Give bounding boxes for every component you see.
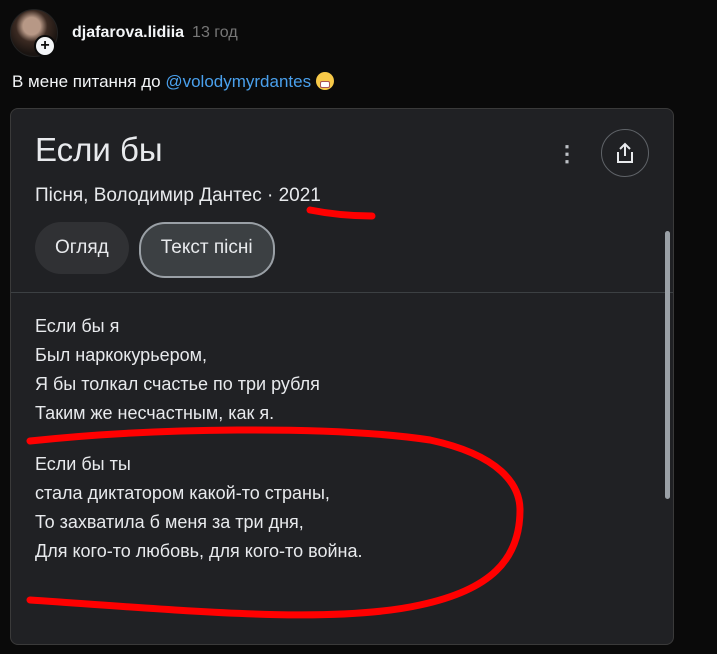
- tab-lyrics[interactable]: Текст пісні: [138, 222, 275, 278]
- lyric-line: То захватила б меня за три дня,: [35, 512, 304, 532]
- avatar-container[interactable]: +: [10, 9, 58, 57]
- grinning-emoji-icon: [315, 72, 334, 90]
- caption-text: В мене питання до: [12, 72, 166, 91]
- tab-chips: Огляд Текст пісні: [35, 222, 275, 278]
- username[interactable]: djafarova.lidiia: [72, 24, 184, 42]
- lyrics-stanza-2: Если бы ты стала диктатором какой-то стр…: [35, 450, 362, 566]
- song-title: Если бы: [35, 131, 163, 168]
- lyric-line: Таким же несчастным, как я.: [35, 403, 275, 423]
- mention-link[interactable]: @volodymyrdantes: [165, 72, 311, 91]
- divider: [11, 292, 673, 293]
- post-header: + djafarova.lidiia 13 год: [10, 8, 238, 58]
- lyric-line: Был наркокурьером,: [35, 345, 207, 365]
- share-button[interactable]: [601, 129, 649, 177]
- share-icon: [617, 142, 633, 163]
- lyrics-stanza-1: Если бы я Был наркокурьером, Я бы толкал…: [35, 312, 362, 428]
- song-meta: Пісня, Володимир Дантес · 2021: [35, 185, 321, 207]
- post-time: 13 год: [192, 24, 238, 41]
- lyric-line: стала диктатором какой-то страны,: [35, 483, 330, 503]
- lyric-line: Я бы толкал счастье по три рубля: [35, 374, 320, 394]
- lyric-line: Если бы я: [35, 316, 120, 336]
- scrollbar[interactable]: [665, 231, 670, 499]
- song-meta-prefix: Пісня, Володимир Дантес ·: [35, 185, 279, 206]
- lyrics-text: Если бы я Был наркокурьером, Я бы толкал…: [35, 312, 362, 566]
- lyric-line: Если бы ты: [35, 454, 131, 474]
- tab-overview[interactable]: Огляд: [35, 222, 129, 274]
- song-year: 2021: [278, 185, 321, 206]
- lyric-line: Для кого-то любовь, для кого-то война.: [35, 541, 363, 561]
- lyrics-card-image: Если бы ⋮ Пісня, Володимир Дантес · 2021…: [10, 108, 674, 645]
- follow-plus-icon[interactable]: +: [34, 35, 56, 57]
- post-caption: В мене питання до @volodymyrdantes: [12, 72, 334, 92]
- more-options-icon[interactable]: ⋮: [556, 141, 578, 167]
